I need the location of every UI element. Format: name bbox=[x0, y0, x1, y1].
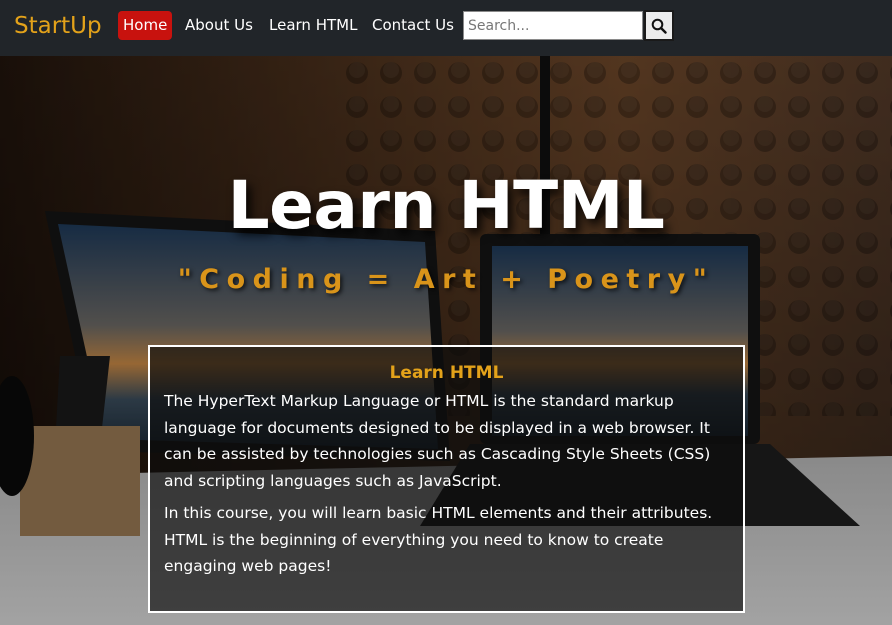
brand-logo[interactable]: StartUp bbox=[14, 11, 102, 41]
nav-link-home[interactable]: Home bbox=[118, 11, 173, 40]
card-paragraph-1: The HyperText Markup Language or HTML is… bbox=[164, 392, 711, 490]
search-icon bbox=[651, 18, 667, 34]
info-card: Learn HTML The HyperText Markup Language… bbox=[148, 345, 745, 613]
card-paragraph-2: In this course, you will learn basic HTM… bbox=[164, 504, 713, 575]
hero-section: Learn HTML "Coding = Art + Poetry" Learn… bbox=[0, 56, 892, 625]
navbar: StartUp Home About Us Learn HTML Contact… bbox=[0, 0, 892, 56]
search-button[interactable] bbox=[644, 10, 674, 41]
nav-link-contact-us[interactable]: Contact Us bbox=[367, 11, 459, 40]
hero-subtitle: "Coding = Art + Poetry" bbox=[177, 264, 715, 295]
search-input[interactable] bbox=[463, 11, 643, 40]
hero-title: Learn HTML bbox=[227, 167, 665, 244]
nav-link-learn-html[interactable]: Learn HTML bbox=[264, 11, 362, 40]
card-heading: Learn HTML bbox=[389, 363, 504, 383]
nav-link-about-us[interactable]: About Us bbox=[180, 11, 258, 40]
